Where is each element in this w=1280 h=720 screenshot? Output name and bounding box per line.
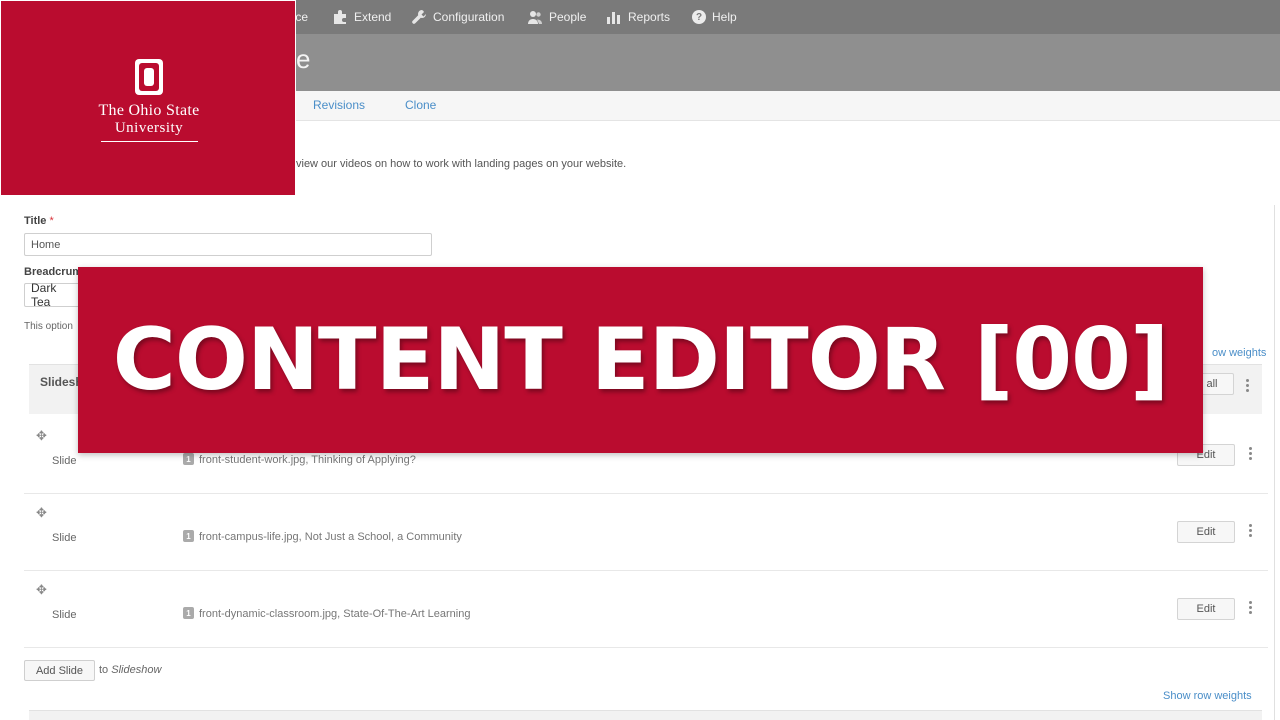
breadcrumb-label: Breadcrum <box>24 266 83 278</box>
breadcrumb-select[interactable]: Dark Tea <box>24 281 84 309</box>
logo-line-2: University <box>114 120 184 136</box>
breadcrumb-select-value: Dark Tea <box>31 281 57 309</box>
page-title: e <box>296 44 311 74</box>
slide-summary: front-student-work.jpg, Thinking of Appl… <box>199 454 416 466</box>
more-actions-icon[interactable] <box>1247 445 1253 465</box>
breadcrumb-help-text: This option <box>24 321 73 332</box>
title-input[interactable]: Home <box>24 233 432 256</box>
bar-chart-icon <box>607 12 620 24</box>
summary-badge: 1 <box>183 530 194 542</box>
drag-handle-icon[interactable]: ✥ <box>36 582 47 598</box>
edit-button[interactable]: Edit <box>1177 598 1235 620</box>
banner-title: CONTENT EDITOR [00] <box>112 310 1170 410</box>
drag-handle-icon[interactable]: ✥ <box>36 428 47 444</box>
slideshow-header-label: Slidesh <box>40 375 83 389</box>
summary-badge: 1 <box>183 453 194 465</box>
title-label-text: Title <box>24 215 47 227</box>
show-row-weights-link[interactable]: Show row weights <box>1163 690 1252 702</box>
more-actions-icon[interactable] <box>1247 599 1253 619</box>
people-icon <box>528 11 542 24</box>
toolbar-item-people[interactable]: People <box>527 0 586 34</box>
toolbar-item-configuration[interactable]: Configuration <box>411 0 504 34</box>
wrench-icon <box>412 10 426 24</box>
add-slide-button[interactable]: Add Slide <box>24 660 95 681</box>
add-slide-target: to Slideshow <box>99 664 161 676</box>
title-label: Title * <box>24 215 54 227</box>
header-more-icon[interactable] <box>1244 377 1250 397</box>
block-o-icon <box>135 59 163 95</box>
add-slide-target-name: Slideshow <box>111 664 162 676</box>
collapse-all-label: all <box>1206 378 1218 390</box>
slide-summary: front-dynamic-classroom.jpg, State-Of-Th… <box>199 608 471 620</box>
logo-line-1: The Ohio State <box>98 102 200 119</box>
logo-rule <box>101 141 198 142</box>
add-slide-to-text: to <box>99 664 109 676</box>
toolbar-label-configuration: Configuration <box>433 10 505 24</box>
title-banner: CONTENT EDITOR [00] <box>78 267 1203 453</box>
slide-type: Slide <box>52 455 77 467</box>
osu-logo: The Ohio State University <box>0 0 296 196</box>
tab-revisions[interactable]: Revisions <box>313 98 365 112</box>
help-icon: ? <box>692 10 706 24</box>
edit-button[interactable]: Edit <box>1177 521 1235 543</box>
toolbar-item-help[interactable]: ? Help <box>692 0 737 34</box>
intro-text: view our videos on how to work with land… <box>296 158 627 170</box>
table-row: ✥ Slide 1 front-campus-life.jpg, Not Jus… <box>24 494 1268 571</box>
title-input-value: Home <box>31 238 61 251</box>
toolbar-label-extend: Extend <box>354 10 392 24</box>
slide-type: Slide <box>52 532 77 544</box>
next-table-header <box>29 710 1262 720</box>
more-actions-icon[interactable] <box>1247 522 1253 542</box>
required-star: * <box>49 215 54 227</box>
toolbar-item-reports[interactable]: Reports <box>606 0 670 34</box>
puzzle-icon <box>334 10 346 24</box>
scrollbar-track[interactable] <box>1274 205 1280 720</box>
table-row: ✥ Slide 1 front-dynamic-classroom.jpg, S… <box>24 571 1268 648</box>
toolbar-label-people: People <box>549 10 587 24</box>
toolbar-label-help: Help <box>712 10 737 24</box>
show-row-weights-top-link[interactable]: ow weights <box>1212 347 1266 359</box>
summary-badge: 1 <box>183 607 194 619</box>
slide-summary: front-campus-life.jpg, Not Just a School… <box>199 531 462 543</box>
toolbar-label-reports: Reports <box>628 10 671 24</box>
slide-type: Slide <box>52 609 77 621</box>
toolbar-item-extend[interactable]: Extend <box>332 0 391 34</box>
tab-clone[interactable]: Clone <box>405 98 436 112</box>
drag-handle-icon[interactable]: ✥ <box>36 505 47 521</box>
